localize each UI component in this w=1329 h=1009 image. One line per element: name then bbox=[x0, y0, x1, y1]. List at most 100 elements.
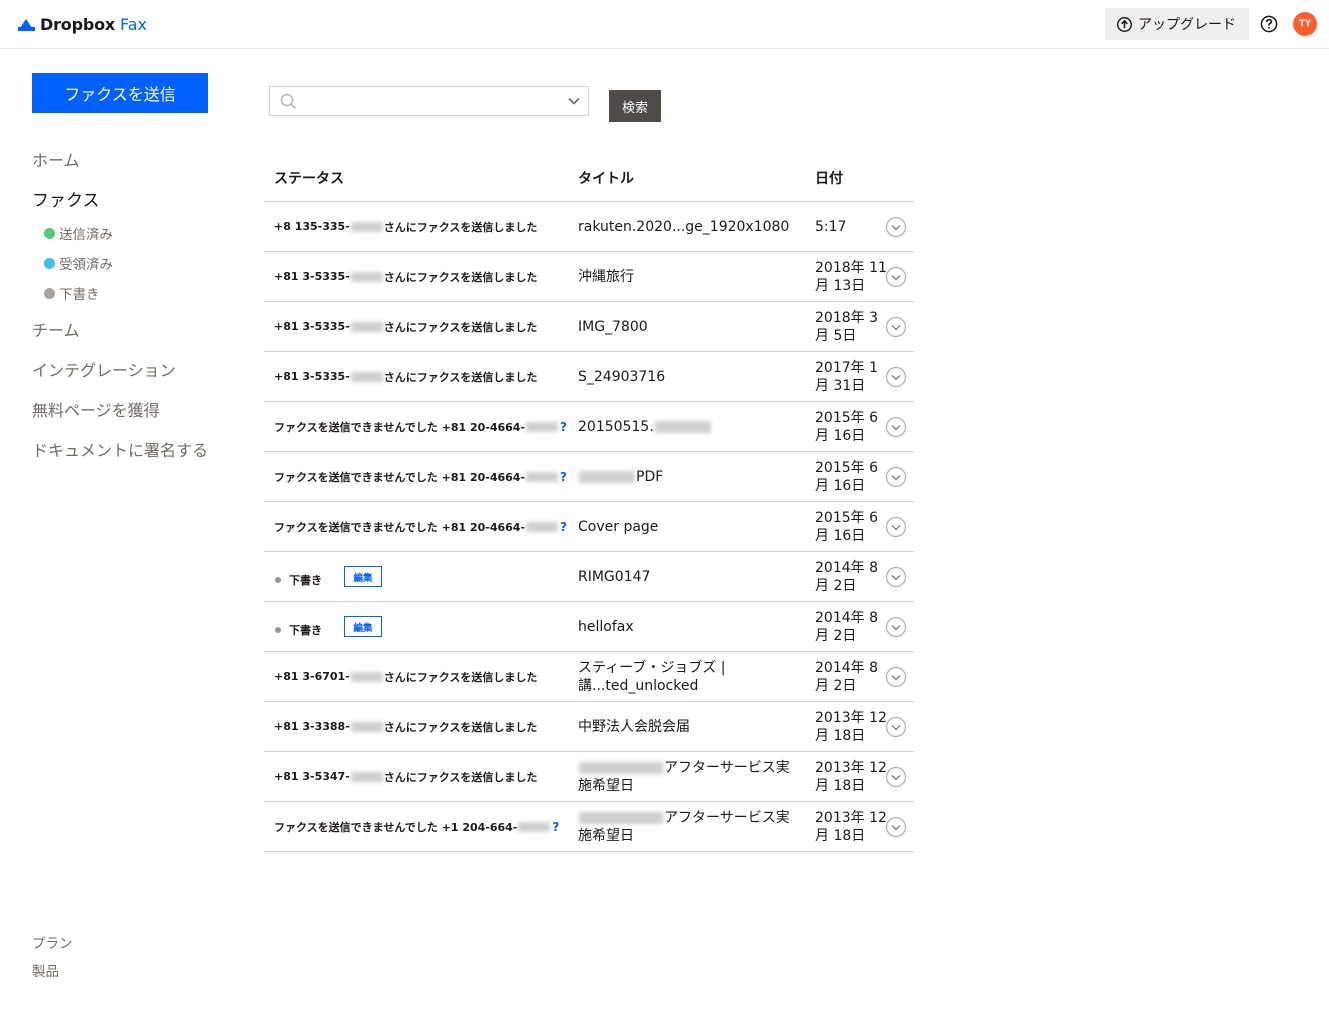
chevron-down-circle-icon[interactable] bbox=[885, 416, 907, 438]
title-cell: hellofax bbox=[578, 618, 634, 635]
title-cell: アフターサービス実施希望日 bbox=[578, 802, 798, 851]
redacted-text bbox=[350, 271, 383, 282]
nav-received-label: 受領済み bbox=[59, 257, 113, 273]
table-row[interactable]: +81 3-3388- さんにファクスを送信しました 中野法人会脱会届 2013年… bbox=[264, 702, 914, 752]
column-header-status[interactable]: ステータス bbox=[274, 168, 344, 188]
upgrade-button[interactable]: アップグレード bbox=[1105, 8, 1249, 40]
table-row[interactable]: ファクスを送信できませんでした +81 20-4664-? Cover page… bbox=[264, 502, 914, 552]
footer-plan-link[interactable]: プラン bbox=[32, 932, 73, 952]
product-name: Fax bbox=[119, 14, 147, 34]
retry-help-link[interactable]: ? bbox=[552, 820, 559, 834]
table-row[interactable]: ファクスを送信できませんでした +81 20-4664-? PDF 2015年 … bbox=[264, 452, 914, 502]
redacted-text bbox=[350, 321, 383, 332]
status-text: さんにファクスを送信しました bbox=[383, 220, 538, 234]
status-cell: +81 3-5335- さんにファクスを送信しました bbox=[274, 352, 537, 401]
redacted-text bbox=[350, 721, 383, 732]
status-text: ファクスを送信できませんでした +81 20-4664- bbox=[274, 470, 526, 484]
status-cell: ファクスを送信できませんでした +81 20-4664-? bbox=[274, 452, 567, 501]
send-fax-button[interactable]: ファクスを送信 bbox=[32, 73, 208, 113]
footer-products-link[interactable]: 製品 bbox=[32, 960, 59, 980]
chevron-down-circle-icon[interactable] bbox=[885, 216, 907, 238]
nav-sign-document[interactable]: ドキュメントに署名する bbox=[32, 437, 208, 461]
date-cell: 2014年 8 月 2日 bbox=[815, 559, 878, 594]
status-cell: 下書き bbox=[274, 605, 322, 654]
nav-drafts-label: 下書き bbox=[59, 287, 100, 303]
search-icon bbox=[280, 93, 297, 110]
chevron-down-circle-icon[interactable] bbox=[885, 516, 907, 538]
edit-button[interactable]: 編集 bbox=[344, 566, 382, 587]
table-row[interactable]: +81 3-5335- さんにファクスを送信しました 沖縄旅行 2018年 11 … bbox=[264, 252, 914, 302]
status-cell: +81 3-5347- さんにファクスを送信しました bbox=[274, 752, 537, 801]
date-cell: 2015年 6 月 16日 bbox=[815, 409, 878, 444]
nav-integration[interactable]: インテグレーション bbox=[32, 357, 176, 381]
table-row[interactable]: 下書き 編集 hellofax 2014年 8 月 2日 bbox=[264, 602, 914, 652]
redacted-text bbox=[350, 221, 383, 232]
chevron-down-circle-icon[interactable] bbox=[885, 266, 907, 288]
search-input[interactable] bbox=[304, 91, 544, 111]
status-text: ファクスを送信できませんでした +81 20-4664- bbox=[274, 520, 526, 534]
date-cell: 2014年 8 月 2日 bbox=[815, 659, 878, 694]
edit-button[interactable]: 編集 bbox=[344, 616, 382, 637]
date-cell: 5:17 bbox=[815, 218, 847, 235]
nav-sent[interactable]: 送信済み bbox=[44, 223, 113, 243]
chevron-down-icon[interactable] bbox=[568, 97, 580, 105]
table-row[interactable]: +81 3-6701- さんにファクスを送信しました スティーブ・ジョブズ | 講… bbox=[264, 652, 914, 702]
status-text: さんにファクスを送信しました bbox=[383, 770, 538, 784]
date-cell: 2015年 6 月 16日 bbox=[815, 459, 878, 494]
date-cell: 2018年 3 月 5日 bbox=[815, 309, 878, 344]
nav-received[interactable]: 受領済み bbox=[44, 253, 113, 273]
retry-help-link[interactable]: ? bbox=[560, 420, 567, 434]
status-cell: 下書き bbox=[274, 555, 322, 604]
table-row[interactable]: +81 3-5347- さんにファクスを送信しました アフターサービス実施希望日 … bbox=[264, 752, 914, 802]
title-text: PDF bbox=[636, 468, 664, 485]
status-cell: +8 135-335- さんにファクスを送信しました bbox=[274, 202, 537, 251]
chevron-down-circle-icon[interactable] bbox=[885, 316, 907, 338]
chevron-down-circle-icon[interactable] bbox=[885, 816, 907, 838]
table-row[interactable]: ファクスを送信できませんでした +1 204-664-? アフターサービス実施希… bbox=[264, 802, 914, 852]
retry-help-link[interactable]: ? bbox=[560, 470, 567, 484]
chevron-down-circle-icon[interactable] bbox=[885, 366, 907, 388]
table-row[interactable]: +8 135-335- さんにファクスを送信しました rakuten.2020..… bbox=[264, 202, 914, 252]
retry-help-link[interactable]: ? bbox=[560, 520, 567, 534]
nav-fax[interactable]: ファクス bbox=[32, 186, 100, 211]
column-header-title[interactable]: タイトル bbox=[578, 168, 634, 188]
search-field[interactable] bbox=[269, 86, 589, 116]
status-number: +81 3-3388- bbox=[274, 720, 350, 733]
redacted-text bbox=[350, 671, 383, 682]
title-cell: IMG_7800 bbox=[578, 318, 648, 335]
title-text: 20150515. bbox=[578, 418, 654, 435]
redacted-text bbox=[350, 771, 383, 782]
nav-drafts[interactable]: 下書き bbox=[44, 283, 100, 303]
chevron-down-circle-icon[interactable] bbox=[885, 766, 907, 788]
nav-team[interactable]: チーム bbox=[32, 317, 80, 341]
user-avatar[interactable]: TY bbox=[1293, 12, 1317, 36]
date-cell: 2013年 12 月 18日 bbox=[815, 709, 887, 744]
chevron-down-circle-icon[interactable] bbox=[885, 716, 907, 738]
chevron-down-circle-icon[interactable] bbox=[885, 566, 907, 588]
status-number: +81 3-5347- bbox=[274, 770, 350, 783]
nav-free-pages[interactable]: 無料ページを獲得 bbox=[32, 397, 160, 421]
search-button[interactable]: 検索 bbox=[609, 90, 661, 122]
status-text: ファクスを送信できませんでした +81 20-4664- bbox=[274, 420, 526, 434]
status-text: ファクスを送信できませんでした +1 204-664- bbox=[274, 820, 518, 834]
chevron-down-circle-icon[interactable] bbox=[885, 616, 907, 638]
date-cell: 2013年 12 月 18日 bbox=[815, 809, 887, 844]
table-row[interactable]: 下書き 編集 RIMG0147 2014年 8 月 2日 bbox=[264, 552, 914, 602]
table-row[interactable]: ファクスを送信できませんでした +81 20-4664-? 20150515. … bbox=[264, 402, 914, 452]
redacted-text bbox=[579, 470, 635, 483]
table-row[interactable]: +81 3-5335- さんにファクスを送信しました IMG_7800 2018年… bbox=[264, 302, 914, 352]
chevron-down-circle-icon[interactable] bbox=[885, 466, 907, 488]
dropbox-logo-icon bbox=[18, 19, 35, 31]
status-cell: ファクスを送信できませんでした +1 204-664-? bbox=[274, 802, 559, 851]
status-text: さんにファクスを送信しました bbox=[383, 720, 538, 734]
column-header-date[interactable]: 日付 bbox=[815, 168, 843, 188]
dropbox-fax-logo[interactable]: Dropbox Fax bbox=[18, 14, 147, 34]
status-number: +81 3-5335- bbox=[274, 370, 350, 383]
title-cell: 20150515. bbox=[578, 402, 798, 451]
draft-status-dot bbox=[275, 576, 281, 583]
nav-home[interactable]: ホーム bbox=[32, 147, 80, 171]
help-icon[interactable] bbox=[1260, 15, 1278, 33]
title-cell: Cover page bbox=[578, 518, 659, 535]
table-row[interactable]: +81 3-5335- さんにファクスを送信しました S_24903716 201… bbox=[264, 352, 914, 402]
chevron-down-circle-icon[interactable] bbox=[885, 666, 907, 688]
